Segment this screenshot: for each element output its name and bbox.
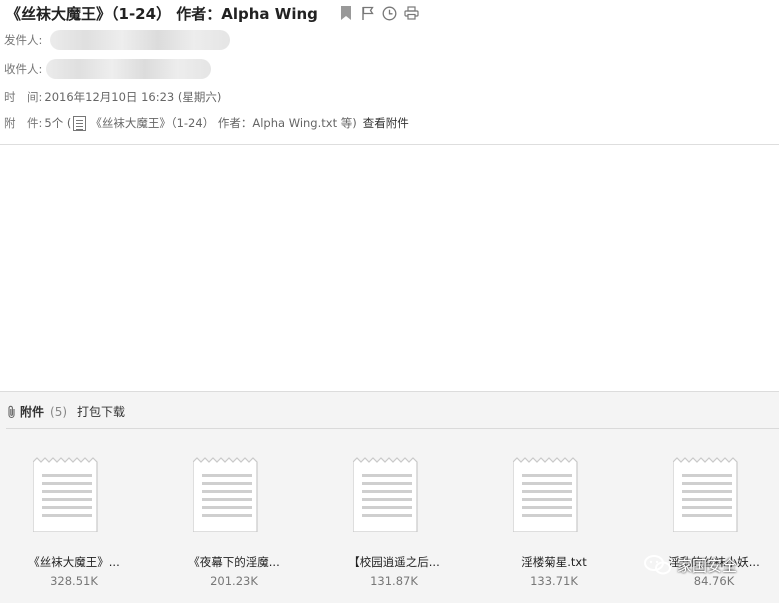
email-body [0, 146, 779, 391]
bookmark-icon[interactable] [338, 5, 354, 21]
sender-redacted [50, 30, 231, 50]
attachment-row: 附 件: 5个 ( 《丝袜大魔王》（1-24） 作者：Alpha Wing.tx… [4, 114, 409, 132]
text-file-icon[interactable] [192, 456, 261, 533]
attachment-summary: 5个 ( 《丝袜大魔王》（1-24） 作者：Alpha Wing.txt 等) … [44, 115, 409, 131]
attachments-title: 附件 [20, 405, 45, 419]
text-file-icon[interactable] [512, 456, 581, 533]
attachment-name[interactable]: 【校园逍遥之后... [320, 554, 468, 570]
from-row: 发件人: [4, 30, 231, 50]
attachment-size: 201.23K [210, 574, 258, 588]
attachment-name[interactable]: 《夜幕下的淫魔... [160, 554, 308, 570]
attachment-size: 133.71K [530, 574, 578, 588]
flag-icon[interactable] [360, 5, 376, 21]
attachment-label: 附 件: [4, 116, 43, 130]
attachments-divider [6, 428, 779, 429]
attachment-name[interactable]: 《丝袜大魔王》... [0, 554, 148, 570]
text-file-icon[interactable] [352, 456, 421, 533]
view-attachments-link[interactable]: 查看附件 [363, 115, 409, 131]
pack-download-link[interactable]: 打包下载 [77, 403, 125, 420]
attachment-size: 131.87K [370, 574, 418, 588]
print-icon[interactable] [404, 5, 420, 21]
email-header: 《丝袜大魔王》（1-24） 作者：Alpha Wing 发件人: 收件人: 时 … [0, 0, 779, 145]
to-row: 收件人: [4, 59, 212, 79]
wechat-logo-icon [643, 553, 673, 577]
text-file-icon[interactable] [32, 456, 101, 533]
attachments-title-row: 附件 (5) 打包下载 [6, 403, 125, 420]
attachments-count: (5) [50, 404, 68, 419]
to-label: 收件人: [4, 62, 43, 76]
watermark: 家国安全 [643, 553, 737, 577]
text-file-icon [73, 115, 87, 131]
recipient-redacted [46, 59, 212, 79]
attachment-first-name: 《丝袜大魔王》（1-24） 作者：Alpha Wing.txt 等) [90, 116, 357, 130]
text-file-icon[interactable] [672, 456, 741, 533]
time-value: 2016年12月10日 16:23 (星期六) [44, 90, 222, 104]
subject-row: 《丝袜大魔王》（1-24） 作者：Alpha Wing [6, 2, 420, 24]
subject-actions [338, 5, 420, 21]
watermark-text: 家国安全 [677, 556, 738, 575]
clock-icon[interactable] [382, 5, 398, 21]
email-subject: 《丝袜大魔王》（1-24） 作者：Alpha Wing [6, 4, 318, 23]
attachment-size: 328.51K [50, 574, 98, 588]
paperclip-icon [6, 405, 18, 419]
attachment-count: 5个 ( [44, 116, 72, 130]
attachment-name[interactable]: 淫楼菊星.txt [480, 554, 628, 570]
from-label: 发件人: [4, 33, 43, 47]
time-label: 时 间: [4, 90, 43, 104]
time-row: 时 间: 2016年12月10日 16:23 (星期六) [4, 88, 221, 106]
